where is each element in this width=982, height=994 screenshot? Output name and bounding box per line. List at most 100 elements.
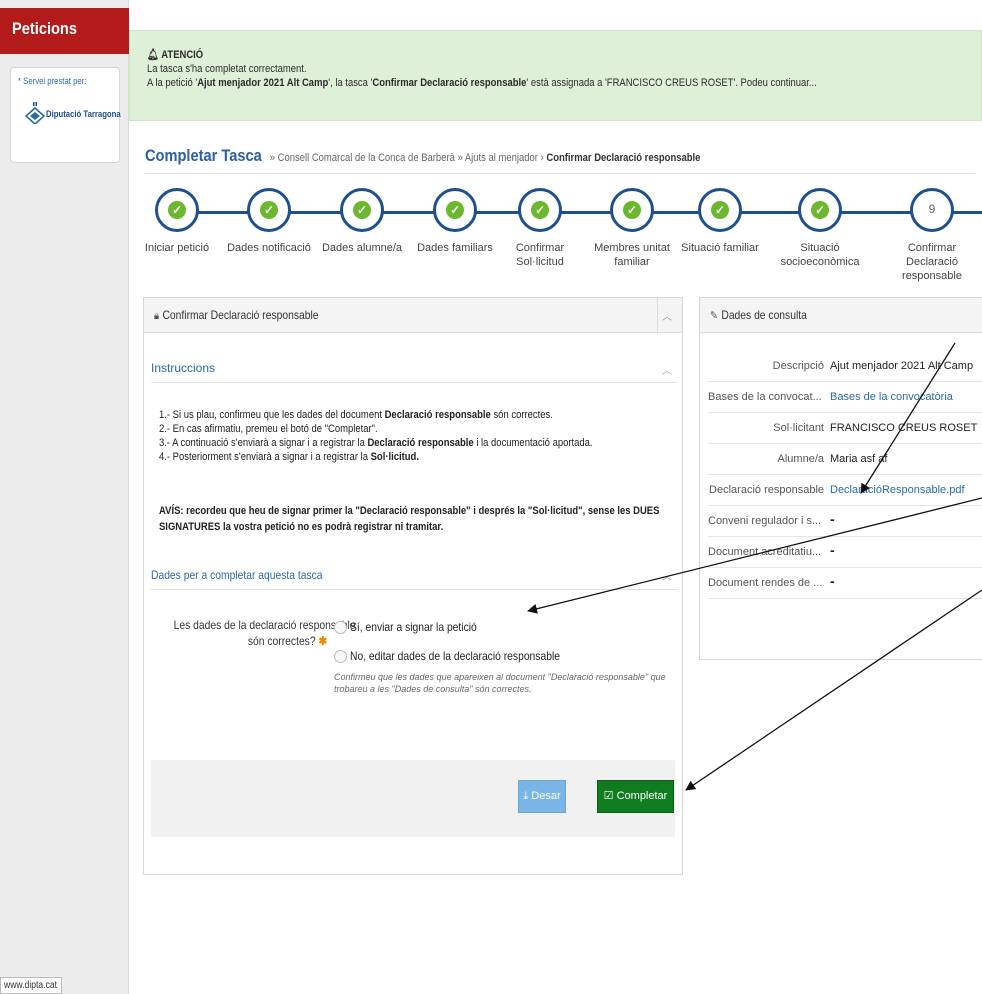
consult-row: Document acreditatiu... - <box>708 539 982 568</box>
confirm-panel-title: Confirmar Declaració responsable <box>162 308 319 322</box>
consult-row: Sol·licitant FRANCISCO CREUS ROSET <box>708 415 982 444</box>
instructions-title: Instruccions <box>151 361 216 375</box>
consult-row-value: FRANCISCO CREUS ROSET <box>830 422 978 434</box>
consult-row-value: - <box>830 542 835 558</box>
wizard-step-label: Confirmar Declaració responsable <box>902 242 962 282</box>
wizard-step-label: Iniciar petició <box>144 242 210 254</box>
consult-row-value: - <box>830 573 835 589</box>
instruction-2: 2.- En cas afirmatiu, premeu el botó de … <box>159 423 378 435</box>
wizard-step-8[interactable]: ✓ Situació socioeconòmica <box>775 188 865 269</box>
required-icon: ✱ <box>318 634 327 648</box>
consult-row-label: Alumne/a <box>777 453 824 465</box>
radio-no[interactable] <box>334 650 347 663</box>
step-done-circle: ✓ <box>433 188 477 232</box>
wizard-step-label: Membres unitat familiar <box>594 242 670 268</box>
consult-panel: ✎ Dades de consulta Descripció Ajut menjad… <box>699 297 982 660</box>
alert-title: 🔔︎ ATENCIÓ <box>147 49 204 61</box>
step-done-circle: ✓ <box>247 188 291 232</box>
consult-row-label: Conveni regulador i s... <box>708 515 822 527</box>
bell-icon: 🔔︎ <box>147 49 160 61</box>
radio-yes-label[interactable]: Sí, enviar a signar la petició <box>350 620 497 634</box>
wizard-steps: ✓ Iniciar petició ✓ Dades notificació ✓ Dades… <box>140 188 982 288</box>
question-label: Les dades de la declaració responsable s… <box>173 618 356 648</box>
wizard-step-7[interactable]: ✓ Situació familiar <box>675 188 765 255</box>
step-done-circle: ✓ <box>155 188 199 232</box>
sidebar: Peticions * Servei prestat per: Diputaci… <box>0 0 129 994</box>
save-button[interactable]: ⤓ Desar <box>518 780 566 813</box>
consult-row: Conveni regulador i s... - <box>708 508 982 537</box>
wizard-step-4[interactable]: ✓ Dades familiars <box>410 188 500 255</box>
instructions-collapse-icon[interactable]: ︿ <box>662 362 672 377</box>
consult-row-label: Bases de la convocat... <box>708 391 822 403</box>
check-icon: ✓ <box>260 201 278 219</box>
form-collapse-icon[interactable]: ︿ <box>662 568 672 583</box>
wizard-step-2[interactable]: ✓ Dades notificació <box>224 188 314 255</box>
check-icon: ✓ <box>711 201 729 219</box>
wizard-step-label: Dades notificació <box>227 242 311 254</box>
title-row: Completar Tasca » Consell Comarcal de la… <box>145 146 975 174</box>
consult-row-label: Document acreditatiu... <box>708 546 822 558</box>
success-alert: 🔔︎ ATENCIÓ La tasca s'ha completat corre… <box>129 30 982 121</box>
check-icon: ✓ <box>623 201 641 219</box>
step-done-circle: ✓ <box>340 188 384 232</box>
wizard-step-label: Dades familiars <box>417 242 493 254</box>
footer-url[interactable]: www.dipta.cat <box>0 977 62 994</box>
service-card: * Servei prestat per: Diputació Tarragon… <box>10 67 121 163</box>
consult-row: Alumne/a Maria asf af <box>708 446 982 475</box>
instruction-3: 3.- A continuació s'enviarà a signar i a… <box>159 437 593 449</box>
wizard-step-9[interactable]: 9 Confirmar Declaració responsable <box>887 188 977 283</box>
consult-panel-title: Dades de consulta <box>721 308 807 322</box>
step-done-circle: ✓ <box>698 188 742 232</box>
wizard-step-label: Situació socioeconòmica <box>780 242 860 268</box>
consult-row: Bases de la convocat... Bases de la convo… <box>708 384 982 413</box>
service-label: * Servei prestat per: <box>18 76 87 86</box>
question-help-text: Confirmeu que les dades que apareixen al… <box>334 672 666 694</box>
consult-row-value: - <box>830 511 835 527</box>
wizard-step-3[interactable]: ✓ Dades alumne/a <box>317 188 407 255</box>
consult-row: Document rendes de ... - <box>708 570 982 599</box>
step-done-circle: ✓ <box>798 188 842 232</box>
radio-yes[interactable] <box>334 621 347 634</box>
pin-icon: ✎ <box>710 310 718 322</box>
step-current-circle: 9 <box>910 188 954 232</box>
sidebar-header[interactable]: Peticions <box>0 8 129 54</box>
wizard-step-5[interactable]: ✓ Confirmar Sol·licitud <box>495 188 585 269</box>
wizard-step-label: Situació familiar <box>681 242 759 254</box>
checkbox-icon: ☑ <box>603 790 614 802</box>
confirm-panel-header: 🔒︎ Confirmar Declaració responsable ︿ <box>144 298 682 333</box>
consult-row-value: Maria asf af <box>830 453 888 465</box>
lock-icon: 🔒︎ <box>154 310 160 322</box>
form-title: Dades per a completar aquesta tasca <box>151 568 323 582</box>
complete-button[interactable]: ☑ Completar <box>597 780 674 813</box>
wizard-step-label: Confirmar Sol·licitud <box>515 242 565 268</box>
consult-row: Declaració responsable DeclaracióResponsa… <box>708 477 982 506</box>
breadcrumb: » Consell Comarcal de la Conca de Barber… <box>269 152 701 164</box>
confirm-panel: 🔒︎ Confirmar Declaració responsable ︿ Ins… <box>143 297 683 875</box>
wizard-step-1[interactable]: ✓ Iniciar petició <box>132 188 222 255</box>
step-done-circle: ✓ <box>610 188 654 232</box>
step-number: 9 <box>928 202 936 216</box>
consult-row-link[interactable]: Bases de la convocatòria <box>830 391 953 403</box>
page-title: Completar Tasca <box>145 146 262 165</box>
alert-line-2: A la petició 'Ajut menjador 2021 Alt Cam… <box>147 77 817 89</box>
action-bar: ⤓ Desar ☑ Completar <box>151 760 675 837</box>
instruction-4: 4.- Posteriorment s'enviarà a signar i a… <box>159 451 419 463</box>
diputacio-logo[interactable]: Diputació Tarragona <box>25 98 121 128</box>
check-icon: ✓ <box>531 201 549 219</box>
check-icon: ✓ <box>446 201 464 219</box>
consult-row: Descripció Ajut menjador 2021 Alt Camp <box>708 353 982 382</box>
consult-panel-header: ✎ Dades de consulta <box>700 298 982 333</box>
check-icon: ✓ <box>353 201 371 219</box>
collapse-icon[interactable]: ︿ <box>662 308 672 323</box>
consult-row-label: Sol·licitant <box>773 422 824 434</box>
alert-line-1: La tasca s'ha completat correctament. <box>147 63 307 75</box>
diputacio-logo-icon <box>25 102 45 124</box>
consult-row-link[interactable]: DeclaracióResponsable.pdf <box>830 484 965 496</box>
wizard-step-6[interactable]: ✓ Membres unitat familiar <box>587 188 677 269</box>
consult-row-label: Document rendes de ... <box>708 577 823 589</box>
wizard-step-label: Dades alumne/a <box>321 242 403 254</box>
instructions-list: 1.- Si us plau, confirmeu que les dades … <box>159 408 663 464</box>
radio-no-label[interactable]: No, editar dades de la declaració respon… <box>350 649 594 663</box>
consult-row-label: Declaració responsable <box>709 484 824 496</box>
diputacio-logo-text: Diputació Tarragona <box>46 109 121 119</box>
